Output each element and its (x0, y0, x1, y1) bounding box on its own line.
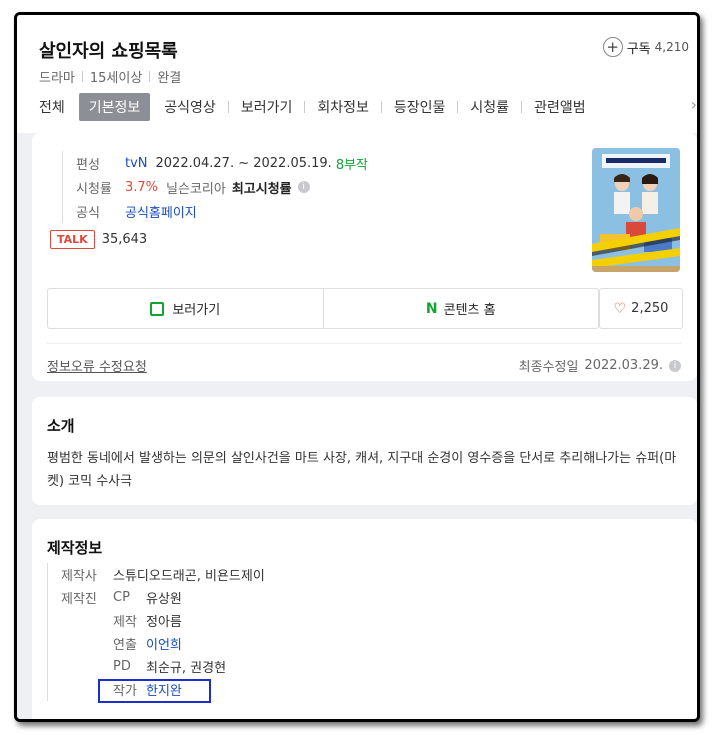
divider (521, 101, 523, 113)
like-button[interactable]: ♡ 2,250 (599, 288, 683, 329)
meta-status: 완결 (157, 71, 182, 86)
director-link[interactable]: 이언희 (146, 634, 182, 653)
staff-row: 제작 정아름 (61, 609, 265, 632)
chevron-right-icon[interactable]: › (691, 95, 697, 114)
staff-label: 제작진 (61, 592, 97, 607)
divider (47, 343, 681, 344)
tab-watch[interactable]: 보러가기 (241, 97, 293, 117)
tab-all[interactable]: 전체 (39, 97, 65, 117)
channel-link[interactable]: tvN (125, 156, 148, 171)
staff-row: PD 최순규, 권경현 (61, 655, 265, 678)
tab-bar: 전체 기본정보 공식영상 보러가기 회차정보 등장인물 시청률 관련앨범 (39, 93, 586, 121)
highlight-box (98, 679, 211, 703)
info-icon[interactable]: i (669, 359, 681, 372)
divider (304, 101, 306, 113)
panel-frame: 살인자의 쇼핑목록 + 구독 4,210 드라마 15세이상 완결 전체 기본정… (14, 12, 700, 722)
staff-row: 제작진 CP 유상원 (61, 586, 265, 609)
company-name: 스튜디오드래곤, 비욘드제이 (113, 569, 265, 584)
meta-genre: 드라마 (39, 71, 75, 86)
watch-label: 보러가기 (172, 303, 221, 318)
content-home-button[interactable]: N 콘텐츠 홈 (322, 289, 599, 328)
intro-title: 소개 (47, 417, 75, 435)
plus-circle-icon: + (602, 37, 623, 57)
tab-albums[interactable]: 관련앨범 (534, 97, 586, 117)
subscribe-button[interactable]: + 구독 4,210 (602, 37, 689, 57)
intro-text: 평범한 동네에서 발생하는 의문의 살인사건을 마트 사장, 캐셔, 지구대 순… (47, 451, 677, 489)
staff-role: CP (113, 590, 130, 605)
page-title: 살인자의 쇼핑목록 (39, 41, 178, 62)
divider (380, 101, 382, 113)
rating-label: 시청률 (76, 181, 112, 197)
tab-official-video[interactable]: 공식영상 (164, 97, 216, 117)
info-row-rating: 시청률 3.7% 닐슨코리아 최고시청률 i (76, 175, 368, 199)
updated-label: 최종수정일 (518, 360, 579, 375)
heart-icon: ♡ (613, 300, 627, 317)
rating-value: 3.7% (125, 179, 159, 195)
divider (81, 71, 83, 82)
info-row-official: 공식 공식홈페이지 (76, 199, 368, 223)
talk-link[interactable]: TALK 35,643 (50, 230, 147, 249)
info-icon[interactable]: i (297, 181, 310, 193)
staff-name: 최순규, 권경현 (146, 661, 227, 676)
staff-name: 유상원 (146, 592, 182, 607)
meta-age: 15세이상 (89, 71, 143, 86)
official-label: 공식 (76, 205, 100, 221)
divider (457, 101, 459, 113)
broadcast-period: 2022.04.27. ~ 2022.05.19. (155, 155, 332, 171)
report-error-link[interactable]: 정보오류 수정요청 (47, 356, 147, 375)
rating-type: 최고시청률 (231, 181, 292, 197)
official-homepage-link[interactable]: 공식홈페이지 (125, 202, 197, 221)
tab-basic-info[interactable]: 기본정보 (78, 93, 151, 121)
content-home-label: 콘텐츠 홈 (443, 303, 496, 318)
tab-episodes[interactable]: 회차정보 (317, 97, 369, 117)
play-icon (150, 301, 165, 316)
subscribe-count: 4,210 (654, 40, 689, 54)
production-card: 제작정보 제작사 스튜디오드래곤, 비욘드제이 제작진 CP 유상원 제작 정아… (32, 519, 697, 719)
watch-button[interactable]: 보러가기 (48, 289, 323, 328)
last-updated: 최종수정일 2022.03.29. i (519, 356, 681, 375)
tab-characters[interactable]: 등장인물 (394, 97, 446, 117)
company-row: 제작사 스튜디오드래곤, 비욘드제이 (61, 563, 265, 586)
staff-role: 연출 (113, 638, 137, 653)
staff-row: 연출 이언희 (61, 632, 265, 655)
divider (227, 101, 229, 113)
subscribe-label: 구독 (626, 41, 651, 57)
action-button-bar: 보러가기 N 콘텐츠 홈 (47, 288, 599, 329)
divider (149, 71, 151, 82)
talk-count: 35,643 (101, 232, 148, 247)
updated-date: 2022.03.29. (584, 358, 663, 373)
production-title: 제작정보 (47, 539, 103, 557)
naver-n-icon: N (425, 300, 438, 317)
staff-name: 정아름 (146, 615, 182, 630)
info-list: 편성 tvN 2022.04.27. ~ 2022.05.19. 8부작 시청률… (62, 151, 368, 223)
talk-badge: TALK (50, 230, 95, 249)
tab-ratings[interactable]: 시청률 (470, 97, 509, 117)
company-label: 제작사 (61, 569, 97, 584)
basic-info-card: 편성 tvN 2022.04.27. ~ 2022.05.19. 8부작 시청률… (32, 133, 697, 381)
rating-source: 닐슨코리아 (166, 181, 226, 197)
staff-role: PD (113, 659, 131, 674)
info-row-broadcast: 편성 tvN 2022.04.27. ~ 2022.05.19. 8부작 (76, 151, 368, 175)
poster-image[interactable] (592, 148, 680, 272)
like-count: 2,250 (631, 301, 669, 316)
intro-card: 소개 평범한 동네에서 발생하는 의문의 살인사건을 마트 사장, 캐셔, 지구… (32, 397, 697, 505)
episode-count: 8부작 (335, 157, 369, 173)
broadcast-label: 편성 (76, 157, 100, 173)
staff-role: 제작 (113, 615, 137, 630)
header: 살인자의 쇼핑목록 + 구독 4,210 드라마 15세이상 완결 전체 기본정… (17, 15, 697, 133)
meta-info: 드라마 15세이상 완결 (39, 67, 181, 86)
